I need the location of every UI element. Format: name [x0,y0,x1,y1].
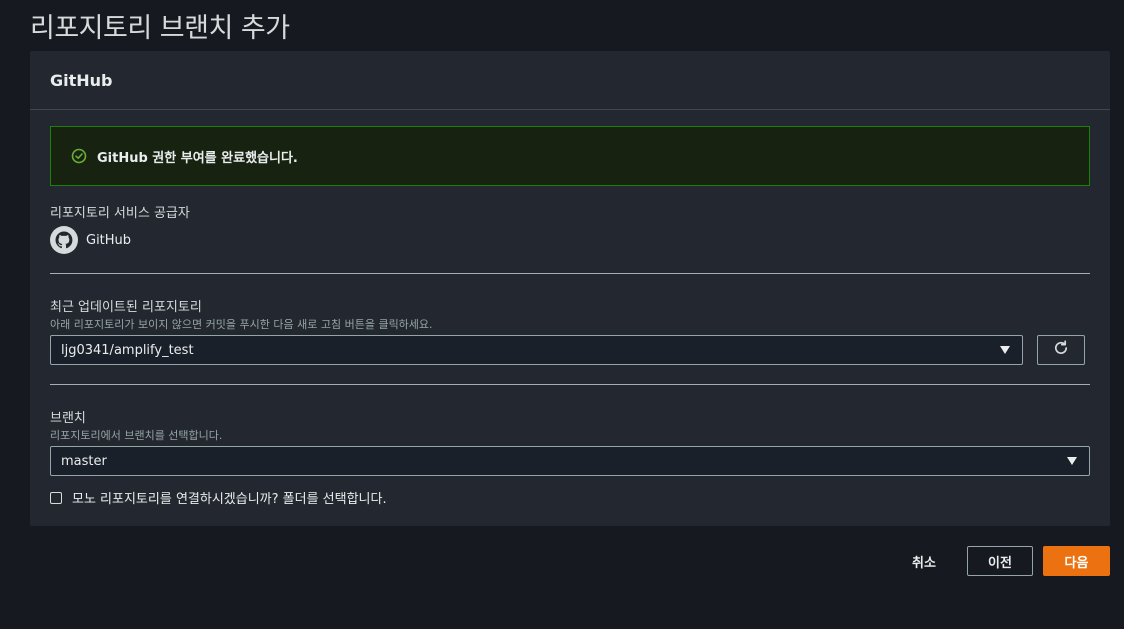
provider-label: 리포지토리 서비스 공급자 [50,206,190,221]
repository-select[interactable]: ljg0341/amplify_test [50,335,1023,365]
branch-select-value: master [61,453,107,469]
cancel-button[interactable]: 취소 [897,546,951,576]
refresh-icon [1052,339,1070,361]
refresh-button[interactable] [1037,335,1085,365]
alert-message: GitHub 권한 부여를 완료했습니다. [97,150,298,166]
check-circle-icon [71,148,87,164]
provider-name: GitHub [86,232,132,248]
monorepo-label[interactable]: 모노 리포지토리를 연결하시겠습니까? 폴더를 선택합니다. [72,488,387,507]
branch-select[interactable]: master [50,446,1090,476]
previous-button[interactable]: 이전 [967,546,1033,576]
monorepo-option: 모노 리포지토리를 연결하시겠습니까? 폴더를 선택합니다. [50,488,387,507]
branch-description: 리포지토리에서 브랜치를 선택합니다. [50,429,223,442]
success-alert: GitHub 권한 부여를 완료했습니다. [50,126,1090,186]
panel-header: GitHub [30,51,1110,110]
monorepo-checkbox[interactable] [50,491,62,504]
github-icon [50,226,78,254]
repository-select-value: ljg0341/amplify_test [61,342,194,358]
branch-label: 브랜치 [50,411,86,426]
next-button[interactable]: 다음 [1043,546,1110,576]
section-divider [50,384,1090,385]
repository-description: 아래 리포지토리가 보이지 않으면 커밋을 푸시한 다음 새로 고침 버튼을 클… [50,318,433,331]
repository-label: 최근 업데이트된 리포지토리 [50,300,202,315]
panel-title: GitHub [50,70,113,90]
dropdown-arrow-icon [1067,457,1077,465]
provider-row: GitHub [50,226,131,254]
dropdown-arrow-icon [1000,346,1010,354]
section-divider [50,273,1090,274]
page-title: 리포지토리 브랜치 추가 [30,13,290,44]
repository-panel: GitHub GitHub 권한 부여를 완료했습니다. 리포지토리 서비스 공… [30,51,1110,526]
